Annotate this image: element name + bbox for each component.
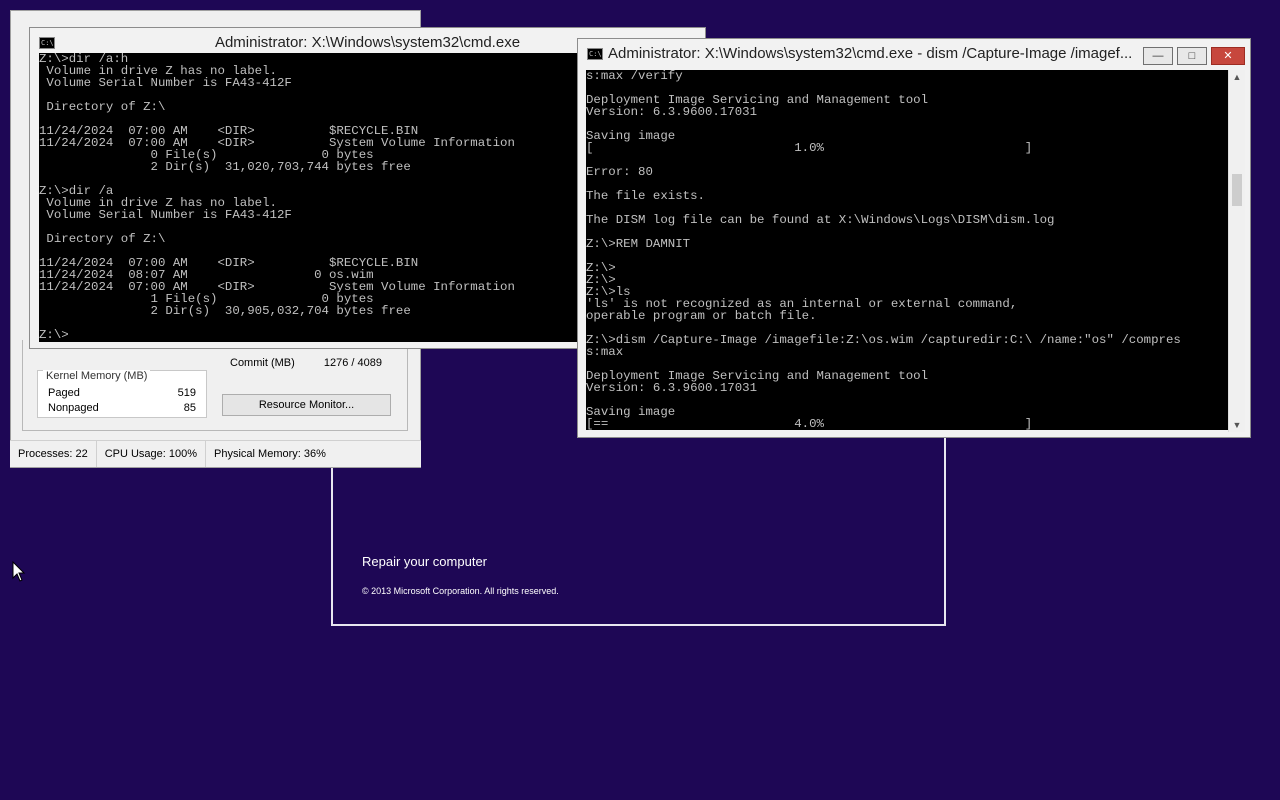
cmd-icon: C:\ (39, 37, 55, 49)
scroll-down-arrow-icon[interactable]: ▼ (1229, 420, 1245, 430)
repair-your-computer-link[interactable]: Repair your computer (362, 554, 487, 569)
status-physical-memory: Physical Memory: 36% (214, 448, 326, 460)
console-line: s:max (586, 345, 624, 359)
paged-label: Paged (48, 387, 80, 399)
setup-window: Repair your computer © 2013 Microsoft Co… (331, 420, 946, 626)
console-line: Version: 6.3.9600.17031 (586, 105, 758, 119)
scrollbar-thumb[interactable] (1232, 174, 1242, 206)
commit-box: Commit (MB) 1276 / 4089 (220, 345, 392, 377)
task-manager-panel-edge (22, 340, 23, 431)
kernel-memory-title: Kernel Memory (MB) (43, 370, 151, 382)
resource-monitor-button[interactable]: Resource Monitor... (222, 394, 391, 416)
cmd-icon: C:\ (587, 48, 603, 60)
minimize-button[interactable]: — (1143, 47, 1173, 65)
task-manager-status-bar: Processes: 22 CPU Usage: 100% Physical M… (10, 440, 421, 467)
kernel-memory-group: Kernel Memory (MB) Paged 519 Nonpaged 85 (37, 370, 207, 418)
status-cpu-usage: CPU Usage: 100% (97, 441, 207, 467)
paged-value: 519 (177, 387, 196, 399)
vertical-scrollbar[interactable]: ▲ ▼ (1228, 70, 1245, 432)
console-line: Z:\>REM DAMNIT (586, 237, 691, 251)
cmd-window-2[interactable]: C:\ Administrator: X:\Windows\system32\c… (577, 38, 1251, 438)
scroll-up-arrow-icon[interactable]: ▲ (1229, 72, 1245, 82)
console-line: [ 1.0% ] (586, 141, 1033, 155)
copyright-text: © 2013 Microsoft Corporation. All rights… (362, 586, 559, 596)
commit-label: Commit (MB) (230, 357, 295, 369)
console-line: Error: 80 (586, 165, 653, 179)
nonpaged-value: 85 (183, 402, 196, 414)
task-manager-panel-bottom (22, 430, 408, 431)
cmd-window-2-title-text: Administrator: X:\Windows\system32\cmd.e… (608, 45, 1133, 62)
console-line: Z:\> (586, 273, 616, 287)
maximize-button[interactable]: □ (1177, 47, 1207, 65)
console-line: The DISM log file can be found at X:\Win… (586, 213, 1055, 227)
console-line: operable program or batch file. (586, 309, 817, 323)
task-manager-panel-edge (407, 340, 408, 431)
console-line: s:max /verify (586, 70, 683, 83)
commit-value: 1276 / 4089 (323, 357, 382, 369)
cmd-window-1-title-text: Administrator: X:\Windows\system32\cmd.e… (214, 34, 521, 51)
console-line: Z:\>dism /Capture-Image /imagefile:Z:\os… (586, 333, 1181, 347)
console-line: Z:\> (586, 261, 616, 275)
console-line: The file exists. (586, 189, 705, 203)
cmd-window-2-console[interactable]: s:max /verify Deployment Image Servicing … (586, 70, 1228, 430)
mouse-cursor-icon (12, 561, 26, 582)
console-line: Version: 6.3.9600.17031 (586, 381, 758, 395)
status-processes: Processes: 22 (10, 441, 97, 467)
close-button[interactable]: ✕ (1211, 47, 1245, 65)
nonpaged-label: Nonpaged (48, 402, 99, 414)
console-line: [== 4.0% ] (586, 417, 1033, 430)
